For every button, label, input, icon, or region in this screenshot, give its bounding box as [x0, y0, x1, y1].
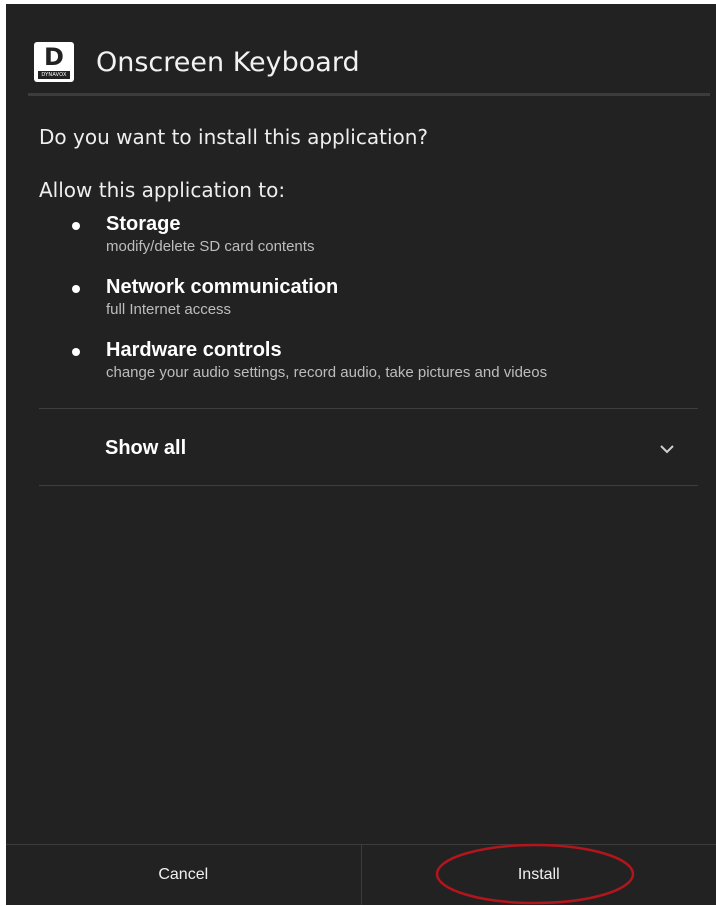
permission-name: Network communication	[106, 276, 338, 299]
app-icon-brand: DYNAVOX	[38, 71, 70, 79]
dynavox-app-icon: D DYNAVOX	[34, 42, 74, 82]
install-question: Do you want to install this application?	[39, 125, 428, 149]
dialog-title: Onscreen Keyboard	[96, 47, 360, 78]
install-button[interactable]: Install	[362, 845, 716, 905]
permission-name: Storage	[106, 213, 180, 236]
cancel-button[interactable]: Cancel	[6, 845, 362, 905]
install-dialog: D DYNAVOX Onscreen Keyboard Do you want …	[6, 4, 716, 905]
app-icon-letter: D	[34, 44, 74, 70]
bullet-icon	[72, 222, 80, 230]
allow-text: Allow this application to:	[39, 178, 285, 202]
chevron-down-icon	[660, 441, 674, 459]
show-all-button[interactable]: Show all	[39, 409, 698, 485]
show-all-label: Show all	[105, 437, 186, 460]
button-bar: Cancel Install	[6, 844, 716, 905]
dialog-titlebar: D DYNAVOX Onscreen Keyboard	[28, 32, 360, 92]
bullet-icon	[72, 285, 80, 293]
permission-name: Hardware controls	[106, 339, 282, 362]
permission-desc: change your audio settings, record audio…	[106, 364, 547, 381]
permission-desc: full Internet access	[106, 301, 231, 318]
divider	[39, 485, 698, 486]
title-divider	[28, 93, 710, 96]
bullet-icon	[72, 348, 80, 356]
permission-desc: modify/delete SD card contents	[106, 238, 314, 255]
